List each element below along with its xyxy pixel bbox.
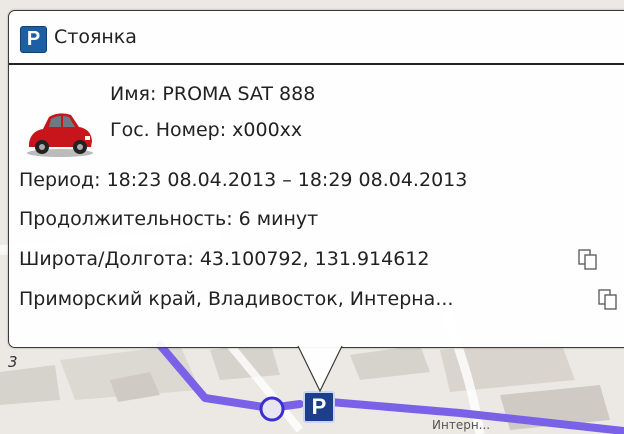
car-icon (27, 113, 93, 157)
vehicle-plate: Гос. Номер: х000хх (110, 119, 303, 141)
map-number-label: 3 (8, 353, 18, 371)
copy-address-icon[interactable] (598, 289, 618, 311)
waypoint-circle (259, 396, 285, 422)
copy-coordinates-icon[interactable] (578, 249, 598, 271)
duration-text: Продолжительность: 6 минут (19, 208, 319, 230)
popup-pointer (297, 345, 343, 393)
parking-popup: P Стоянка Имя: PROMA SAT 888 Гос. Номер:… (8, 10, 624, 348)
street-label: Интерн... (432, 418, 491, 432)
parking-marker[interactable]: P (303, 391, 335, 423)
vehicle-name: Имя: PROMA SAT 888 (110, 83, 316, 105)
coordinates-text: Широта/Долгота: 43.100792, 131.914612 (19, 248, 430, 270)
popup-header: P Стоянка (9, 11, 624, 65)
popup-title: Стоянка (54, 26, 137, 48)
period-text: Период: 18:23 08.04.2013 – 18:29 08.04.2… (19, 169, 468, 191)
parking-icon: P (20, 26, 47, 53)
address-text: Приморский край, Владивосток, Интерна... (19, 288, 454, 310)
